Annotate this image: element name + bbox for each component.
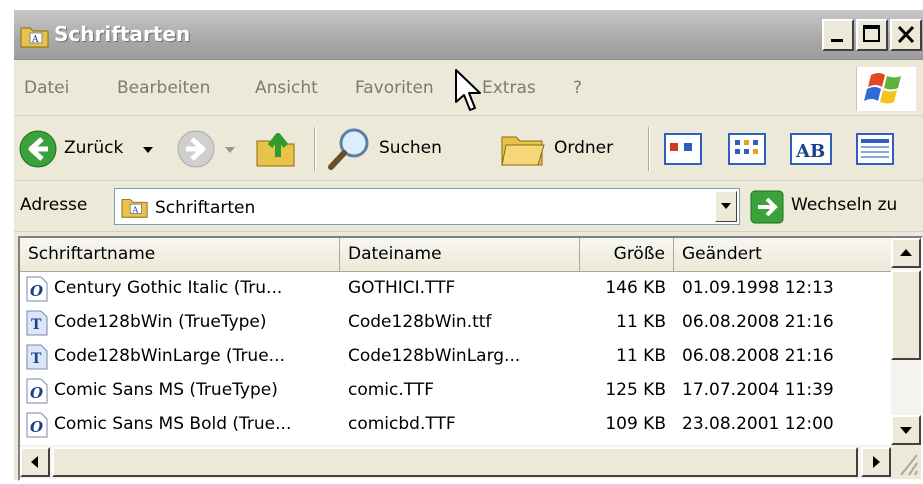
address-label: Adresse [20,195,88,215]
svg-text:A: A [131,205,139,215]
folder-fonts-icon: A [121,199,148,218]
column-header-filename[interactable]: Dateiname [340,238,580,272]
svg-text:O: O [30,282,43,300]
view-font-preview-icon[interactable]: AB [790,133,832,165]
svg-text:O: O [30,418,43,436]
close-icon [897,25,915,44]
column-header-modified[interactable]: Geändert [674,238,893,272]
resize-grip[interactable] [891,445,921,479]
arrow-right-icon [873,456,880,468]
view-small-icons-icon[interactable] [728,133,766,165]
horizontal-scroll-thumb[interactable] [52,447,858,477]
menu-favorites[interactable]: Favoriten [355,78,434,98]
opentype-font-icon: O [26,412,48,438]
svg-text:T: T [31,351,42,367]
arrow-down-icon [900,427,912,434]
vertical-scroll-thumb[interactable] [891,270,921,360]
menu-help[interactable]: ? [573,78,582,98]
toolbar-separator [314,127,316,171]
horizontal-scrollbar[interactable] [20,445,893,479]
close-button[interactable] [890,19,922,51]
address-input[interactable]: A Schriftarten [114,188,740,225]
folder-up-icon[interactable] [254,127,298,171]
svg-text:A: A [31,35,39,45]
menu-edit[interactable]: Bearbeiten [117,78,210,98]
svg-text:T: T [31,317,42,333]
column-header-size[interactable]: Größe [580,238,674,272]
back-arrow-icon[interactable] [18,129,58,169]
title-bar[interactable]: A Schriftarten [14,10,923,60]
view-details-icon[interactable] [856,133,894,165]
scroll-right-button[interactable] [861,447,891,477]
scroll-up-button[interactable] [891,238,921,268]
arrow-left-icon [31,456,38,468]
list-header: Schriftartname Dateiname Größe Geändert [20,238,893,272]
window-title: Schriftarten [54,22,191,46]
windows-flag-icon [864,73,901,104]
opentype-font-icon: O [26,378,48,404]
menu-file[interactable]: Datei [24,78,69,98]
explorer-window: A Schriftarten Datei Bearbeiten Ansicht … [14,10,923,481]
table-row[interactable]: T Code128bWinLarge (True... Code128bWinL… [20,340,893,374]
mouse-cursor-icon [455,69,481,111]
search-magnifier-icon[interactable] [326,125,374,173]
svg-text:O: O [30,384,43,402]
minimize-button[interactable] [822,19,854,51]
truetype-font-icon: T [26,344,48,370]
address-dropdown-button[interactable] [715,191,737,222]
vertical-scrollbar[interactable] [891,238,921,445]
svg-text:AB: AB [795,141,825,162]
folders-button-label[interactable]: Ordner [554,138,613,158]
table-row[interactable]: O Comic Sans MS Bold (True... comicbd.TT… [20,408,893,442]
truetype-font-icon: T [26,310,48,336]
table-row[interactable]: O Century Gothic Italic (Tru... GOTHICI.… [20,272,893,306]
back-dropdown-icon[interactable] [142,145,154,155]
maximize-button[interactable] [856,19,888,51]
menu-view[interactable]: Ansicht [255,78,318,98]
table-row[interactable]: O Comic Sans MS (TrueType) comic.TTF 125… [20,374,893,408]
search-button-label[interactable]: Suchen [379,138,442,158]
go-arrow-icon[interactable] [750,190,784,224]
maximize-icon [863,25,880,42]
toolbar-separator [648,127,650,171]
back-button-label[interactable]: Zurück [64,138,123,158]
folders-icon[interactable] [500,129,546,169]
arrow-up-icon [900,249,912,256]
file-list-view[interactable]: Schriftartname Dateiname Größe Geändert … [18,236,923,481]
address-bar: Adresse A Schriftarten Wechseln zu [14,182,923,232]
standard-toolbar: Zurück Suchen Ordner AB [14,117,923,181]
windows-logo [856,67,916,111]
forward-dropdown-icon[interactable] [224,145,236,155]
menu-tools[interactable]: Extras [482,78,536,98]
table-row[interactable]: T Code128bWin (TrueType) Code128bWin.ttf… [20,306,893,340]
go-button-label[interactable]: Wechseln zu [791,195,897,215]
scroll-left-button[interactable] [20,447,50,477]
forward-arrow-icon[interactable] [176,129,216,169]
view-large-icons-icon[interactable] [664,133,702,165]
column-header-name[interactable]: Schriftartname [20,238,340,272]
minimize-icon [831,39,843,42]
folder-fonts-icon: A [20,27,49,48]
opentype-font-icon: O [26,276,48,302]
resize-grip-icon [900,454,918,476]
scroll-down-button[interactable] [891,415,921,445]
chevron-down-icon [721,203,731,209]
address-value: Schriftarten [155,198,256,218]
